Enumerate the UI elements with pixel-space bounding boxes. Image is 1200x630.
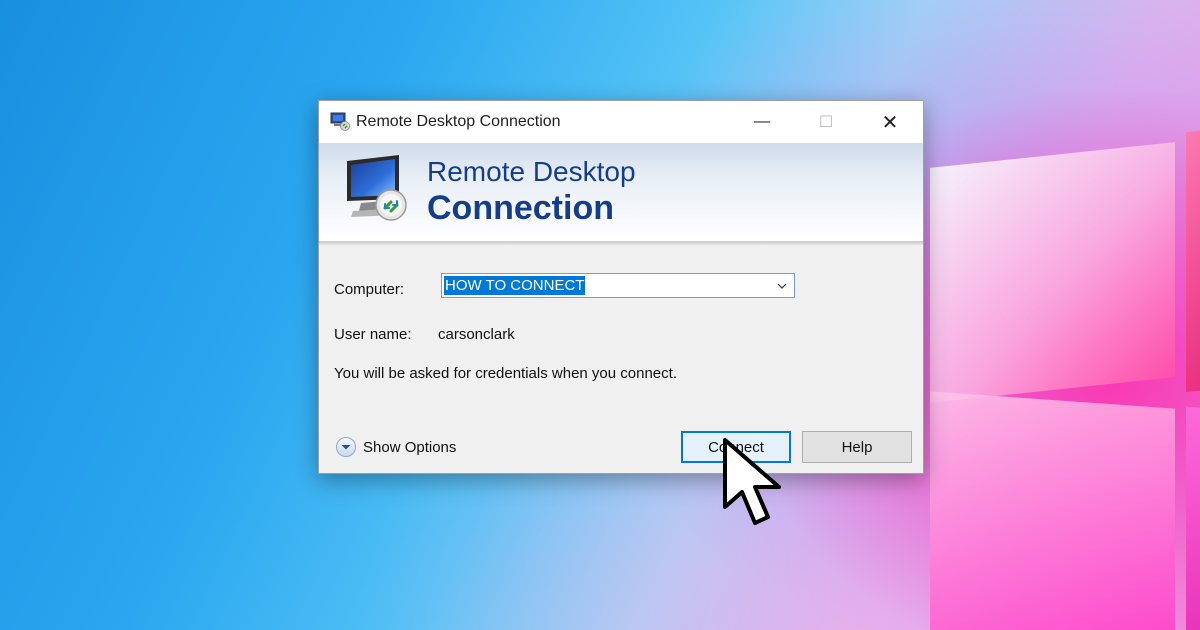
username-value: carsonclark bbox=[438, 326, 515, 343]
remote-desktop-icon bbox=[330, 112, 350, 131]
chevron-down-icon[interactable] bbox=[774, 276, 790, 295]
computer-label: Computer: bbox=[334, 281, 405, 298]
minimize-button[interactable]: — bbox=[733, 101, 791, 143]
wallpaper-pane bbox=[930, 142, 1175, 403]
wallpaper-pane bbox=[1186, 127, 1200, 393]
wallpaper-pane bbox=[1186, 406, 1200, 630]
show-options-toggle[interactable]: Show Options bbox=[335, 436, 456, 458]
computer-input[interactable]: HOW TO CONNECT bbox=[444, 276, 586, 295]
computer-combobox[interactable]: HOW TO CONNECT bbox=[441, 273, 795, 298]
mouse-pointer-icon bbox=[723, 438, 781, 525]
banner-divider bbox=[319, 241, 923, 245]
banner-title-line2: Connection bbox=[427, 189, 614, 227]
help-button[interactable]: Help bbox=[802, 431, 912, 463]
window-title: Remote Desktop Connection bbox=[356, 113, 561, 130]
wallpaper-pane bbox=[930, 391, 1175, 630]
chevron-down-circle-icon[interactable] bbox=[335, 436, 357, 458]
maximize-button[interactable]: ☐ bbox=[797, 101, 855, 143]
app-banner: Remote Desktop Connection bbox=[319, 143, 923, 241]
remote-desktop-dialog: Remote Desktop Connection — ☐ ✕ Remote D… bbox=[318, 100, 924, 474]
banner-title-line1: Remote Desktop bbox=[427, 156, 636, 187]
credentials-info-text: You will be asked for credentials when y… bbox=[334, 365, 677, 382]
remote-desktop-icon bbox=[347, 155, 407, 221]
close-button[interactable]: ✕ bbox=[861, 101, 919, 143]
show-options-label[interactable]: Show Options bbox=[363, 439, 456, 456]
username-label: User name: bbox=[334, 326, 412, 343]
title-bar[interactable]: Remote Desktop Connection — ☐ ✕ bbox=[319, 101, 923, 143]
